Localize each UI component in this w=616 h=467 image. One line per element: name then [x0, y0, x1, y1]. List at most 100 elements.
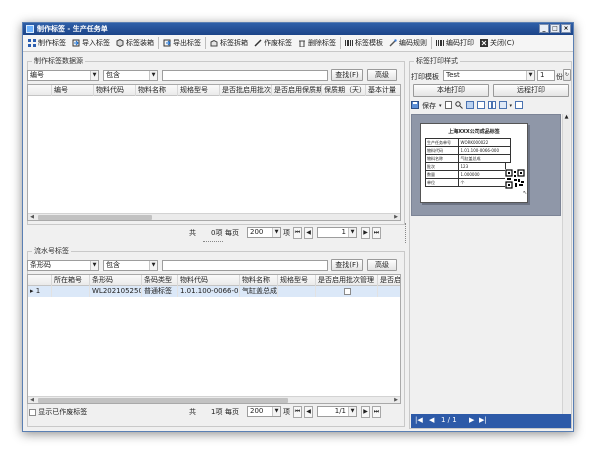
- source-filter-field-select[interactable]: 编号 ▼: [27, 70, 99, 81]
- column-header[interactable]: 条形码: [90, 275, 142, 286]
- first-page-button[interactable]: ⏮: [293, 406, 302, 418]
- cell-material-code[interactable]: 1.01.100-0066-000: [178, 286, 240, 297]
- page-size-select[interactable]: 200 ▼: [247, 227, 281, 238]
- chevron-down-icon[interactable]: ▼: [149, 71, 157, 80]
- column-header[interactable]: 物料代码: [94, 85, 136, 96]
- scroll-up-icon[interactable]: ▲: [563, 114, 570, 120]
- first-page-button[interactable]: ⏮: [293, 227, 302, 239]
- chevron-down-icon[interactable]: ▼: [526, 71, 534, 80]
- table-row[interactable]: ▸ 1 WL20210525003 普通标签 1.01.100-0066-000…: [28, 286, 400, 297]
- delete-label-button[interactable]: 删除标签: [295, 36, 339, 50]
- dropdown-icon[interactable]: ▾: [510, 103, 513, 109]
- cell-spec[interactable]: [278, 286, 316, 297]
- chevron-down-icon[interactable]: ▼: [90, 261, 98, 270]
- vertical-splitter[interactable]: [405, 223, 407, 243]
- void-label-button[interactable]: 作废标签: [251, 36, 295, 50]
- save-icon[interactable]: [411, 101, 419, 111]
- chevron-down-icon[interactable]: ▼: [272, 407, 280, 416]
- copies-stepper[interactable]: 1: [537, 70, 555, 81]
- last-page-button[interactable]: ⏭: [372, 406, 381, 418]
- show-voided-checkbox[interactable]: 显示已作废标签: [29, 407, 87, 417]
- refresh-button[interactable]: 刷新↻: [563, 69, 571, 81]
- scroll-left-icon[interactable]: ◀: [28, 397, 36, 403]
- dropdown-icon[interactable]: ▾: [439, 103, 442, 109]
- next-page-button[interactable]: ▶: [361, 406, 370, 418]
- horizontal-splitter[interactable]: [203, 241, 223, 243]
- column-header[interactable]: 编号: [52, 85, 94, 96]
- scroll-right-icon[interactable]: ▶: [392, 214, 400, 220]
- remote-print-button[interactable]: 远程打印: [493, 84, 569, 97]
- scroll-left-icon[interactable]: ◀: [28, 214, 36, 220]
- cell-batch[interactable]: [316, 286, 378, 297]
- column-header[interactable]: 基本计量: [366, 85, 400, 96]
- serial-filter-input[interactable]: [162, 260, 328, 271]
- page-icon[interactable]: [444, 101, 452, 111]
- serial-advanced-button[interactable]: 高级: [367, 259, 397, 271]
- box-label-button[interactable]: 标签装箱: [113, 36, 157, 50]
- unbox-label-button[interactable]: 标签拆箱: [207, 36, 251, 50]
- chevron-down-icon[interactable]: ▼: [272, 228, 280, 237]
- source-filter-input[interactable]: [162, 70, 328, 81]
- nav-next-icon[interactable]: ▶: [469, 416, 474, 424]
- make-label-button[interactable]: 制作标签: [25, 36, 69, 50]
- source-filter-operator-select[interactable]: 包含 ▼: [103, 70, 158, 81]
- column-header[interactable]: 物料名称: [240, 275, 278, 286]
- zoom-icon[interactable]: [465, 101, 474, 111]
- multi-page-icon[interactable]: [498, 101, 507, 111]
- save-button[interactable]: 保存: [422, 101, 436, 111]
- source-advanced-button[interactable]: 高级: [367, 69, 397, 81]
- column-header[interactable]: 物料代码: [178, 275, 240, 286]
- cell-type[interactable]: 普通标签: [142, 286, 178, 297]
- barcode-print-button[interactable]: 编码打印: [433, 36, 477, 50]
- one-page-icon[interactable]: [476, 101, 485, 111]
- column-header[interactable]: 是否启用: [378, 275, 400, 286]
- nav-prev-icon[interactable]: ◀: [429, 416, 434, 424]
- prev-page-button[interactable]: ◀: [304, 406, 313, 418]
- serial-filter-field-select[interactable]: 条形码 ▼: [27, 260, 99, 271]
- source-grid[interactable]: 编号 物料代码 物料名称 规格型号 是否批启用批次 是否启用保质期 保质期（天）…: [27, 84, 401, 221]
- source-horizontal-scrollbar[interactable]: ◀ ▶: [28, 213, 400, 220]
- column-header[interactable]: 规格型号: [178, 85, 220, 96]
- column-header[interactable]: 物料名称: [136, 85, 178, 96]
- chevron-down-icon[interactable]: ▼: [149, 261, 157, 270]
- column-header[interactable]: 规格型号: [278, 275, 316, 286]
- column-header[interactable]: 是否批启用批次: [220, 85, 272, 96]
- close-window-button[interactable]: ×: [561, 24, 571, 33]
- import-label-button[interactable]: 导入标签: [69, 36, 113, 50]
- minimize-button[interactable]: _: [539, 24, 549, 33]
- label-preview-area[interactable]: 上海XXX公司成品标签 生产任务单号 WORK000022 物料代码 1.01.10…: [411, 114, 561, 216]
- serial-filter-operator-select[interactable]: 包含 ▼: [103, 260, 158, 271]
- fit-icon[interactable]: [515, 101, 524, 111]
- chevron-down-icon[interactable]: ▼: [348, 407, 356, 416]
- next-page-button[interactable]: ▶: [361, 227, 370, 239]
- cell-barcode[interactable]: WL20210525003: [90, 286, 142, 297]
- close-button[interactable]: 关闭(C): [477, 36, 517, 50]
- batch-checkbox[interactable]: [344, 287, 351, 295]
- nav-last-icon[interactable]: ▶|: [479, 416, 487, 424]
- local-print-button[interactable]: 本地打印: [413, 84, 489, 97]
- column-header[interactable]: 是否启用保质期: [272, 85, 322, 96]
- column-header[interactable]: 条码类型: [142, 275, 178, 286]
- maximize-button[interactable]: □: [550, 24, 560, 33]
- serial-horizontal-scrollbar[interactable]: ◀ ▶: [28, 396, 400, 403]
- page-number-select[interactable]: 1/1 ▼: [317, 406, 357, 417]
- show-voided-box[interactable]: [29, 408, 36, 416]
- serial-grid[interactable]: 所在箱号 条形码 条码类型 物料代码 物料名称 规格型号 是否启用批次管理 是否…: [27, 274, 401, 404]
- column-header[interactable]: 所在箱号: [52, 275, 90, 286]
- preview-vertical-scrollbar[interactable]: ▲ ▼: [562, 114, 570, 424]
- label-template-button[interactable]: 标签模板: [342, 36, 386, 50]
- serial-search-button[interactable]: 查找(F): [331, 259, 363, 271]
- cell-box-no[interactable]: [52, 286, 90, 297]
- print-template-select[interactable]: Test ▼: [443, 70, 535, 81]
- find-icon[interactable]: [454, 101, 463, 111]
- chevron-down-icon[interactable]: ▼: [348, 228, 356, 237]
- two-page-icon[interactable]: [487, 101, 496, 111]
- column-header[interactable]: 保质期（天）: [322, 85, 366, 96]
- cell-material-name[interactable]: 气缸盖总成: [240, 286, 278, 297]
- page-size-select[interactable]: 200 ▼: [247, 406, 281, 417]
- column-header[interactable]: 是否启用批次管理: [316, 275, 378, 286]
- export-label-button[interactable]: 导出标签: [160, 36, 204, 50]
- scroll-thumb[interactable]: [38, 398, 288, 403]
- source-search-button[interactable]: 查找(F): [331, 69, 363, 81]
- scroll-thumb[interactable]: [38, 215, 152, 220]
